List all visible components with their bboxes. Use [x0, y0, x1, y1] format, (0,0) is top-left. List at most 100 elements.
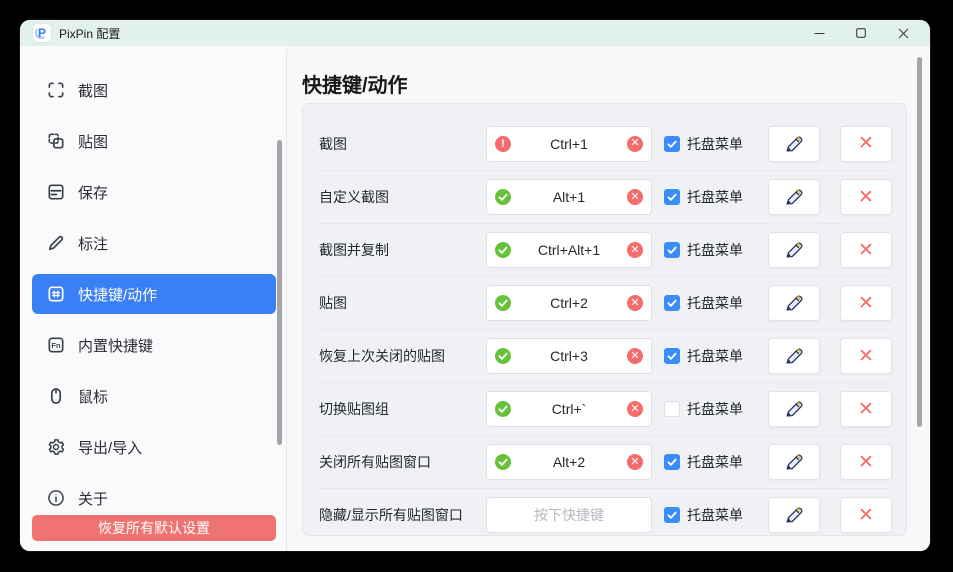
hotkey-input[interactable]: Ctrl+` ✕	[486, 391, 652, 427]
tray-menu-checkbox[interactable]	[664, 242, 680, 258]
sidebar-item-save[interactable]: 保存	[32, 172, 276, 212]
sidebar-scrollbar-thumb[interactable]	[277, 140, 282, 445]
tray-menu-group: 托盘菜单	[664, 346, 752, 366]
minimize-icon	[814, 28, 825, 39]
title-bar[interactable]: P PixPin 配置	[20, 20, 930, 46]
maximize-icon	[856, 28, 866, 38]
pixpin-logo-icon: P	[33, 24, 51, 42]
sidebar-item-hotkeys-actions[interactable]: 快捷键/动作	[32, 274, 276, 314]
tray-menu-group: 托盘菜单	[664, 134, 752, 154]
sidebar-item-pin-image[interactable]: 贴图	[32, 121, 276, 161]
delete-hotkey-button[interactable]: ✕	[840, 338, 892, 374]
mouse-icon	[45, 385, 67, 407]
edit-hotkey-button[interactable]	[768, 497, 820, 533]
fn-icon: Fn	[45, 334, 67, 356]
delete-hotkey-button[interactable]: ✕	[840, 497, 892, 533]
hotkey-input[interactable]: Ctrl+3 ✕	[486, 338, 652, 374]
hotkey-input[interactable]: Alt+2 ✕	[486, 444, 652, 480]
sidebar-item-annotate[interactable]: 标注	[32, 223, 276, 263]
clear-hotkey-icon[interactable]: ✕	[627, 348, 643, 364]
clear-hotkey-icon[interactable]: ✕	[627, 242, 643, 258]
tray-menu-checkbox[interactable]	[664, 189, 680, 205]
main-content: 快捷键/动作 截图 ! Ctrl+1 ✕ 托盘菜单 ✕ 自定义截图 Alt+1 …	[287, 46, 930, 551]
hotkey-row-close-all-pins: 关闭所有贴图窗口 Alt+2 ✕ 托盘菜单 ✕	[319, 435, 892, 488]
tray-menu-checkbox[interactable]	[664, 507, 680, 523]
edit-hotkey-button[interactable]	[768, 232, 820, 268]
clear-hotkey-icon[interactable]: ✕	[627, 136, 643, 152]
sidebar-item-label: 导出/导入	[78, 437, 142, 458]
pencil-icon	[784, 187, 804, 207]
tray-menu-group: 托盘菜单	[664, 187, 752, 207]
check-icon	[666, 456, 678, 468]
edit-hotkey-button[interactable]	[768, 444, 820, 480]
clear-hotkey-icon[interactable]: ✕	[627, 295, 643, 311]
tray-menu-checkbox[interactable]	[664, 136, 680, 152]
restore-defaults-button[interactable]: 恢复所有默认设置	[32, 515, 276, 541]
hotkey-placeholder: 按下快捷键	[487, 498, 651, 532]
sidebar: 截图 贴图 保存 标注 快捷键/动作 Fn 内置快捷键 鼠标 导出/导入 关于 …	[20, 46, 286, 551]
pencil-icon	[784, 134, 804, 154]
hotkey-input[interactable]: Alt+1 ✕	[486, 179, 652, 215]
hotkey-row-label: 自定义截图	[319, 187, 486, 207]
annotate-icon	[45, 232, 67, 254]
delete-hotkey-button[interactable]: ✕	[840, 126, 892, 162]
check-icon	[666, 138, 678, 150]
delete-hotkey-button[interactable]: ✕	[840, 285, 892, 321]
tray-menu-group: 托盘菜单	[664, 452, 752, 472]
hotkey-row-screenshot: 截图 ! Ctrl+1 ✕ 托盘菜单 ✕	[319, 117, 892, 170]
hotkey-input[interactable]: Ctrl+2 ✕	[486, 285, 652, 321]
sidebar-item-label: 内置快捷键	[78, 335, 153, 356]
maximize-button[interactable]	[840, 20, 882, 46]
hotkey-input[interactable]: ! Ctrl+1 ✕	[486, 126, 652, 162]
sidebar-item-label: 关于	[78, 488, 108, 509]
sidebar-item-mouse[interactable]: 鼠标	[32, 376, 276, 416]
edit-hotkey-button[interactable]	[768, 285, 820, 321]
tray-menu-label: 托盘菜单	[687, 240, 743, 260]
hotkey-input[interactable]: 按下快捷键 ✕	[486, 497, 652, 533]
hotkey-icon	[45, 283, 67, 305]
clear-hotkey-icon[interactable]: ✕	[627, 189, 643, 205]
check-icon	[666, 191, 678, 203]
clear-hotkey-icon[interactable]: ✕	[627, 401, 643, 417]
edit-hotkey-button[interactable]	[768, 338, 820, 374]
hotkey-row-label: 关闭所有贴图窗口	[319, 452, 486, 472]
hotkey-input[interactable]: Ctrl+Alt+1 ✕	[486, 232, 652, 268]
tray-menu-group: 托盘菜单	[664, 505, 752, 525]
clear-hotkey-icon[interactable]: ✕	[627, 454, 643, 470]
hotkey-panel: 截图 ! Ctrl+1 ✕ 托盘菜单 ✕ 自定义截图 Alt+1 ✕ 托盘菜单 …	[302, 103, 907, 536]
sidebar-item-screenshot[interactable]: 截图	[32, 70, 276, 110]
tray-menu-checkbox[interactable]	[664, 454, 680, 470]
sidebar-item-label: 鼠标	[78, 386, 108, 407]
info-icon	[45, 487, 67, 509]
sidebar-item-about[interactable]: 关于	[32, 478, 276, 518]
tray-menu-checkbox[interactable]	[664, 348, 680, 364]
tray-menu-checkbox[interactable]	[664, 401, 680, 417]
delete-hotkey-button[interactable]: ✕	[840, 179, 892, 215]
edit-hotkey-button[interactable]	[768, 179, 820, 215]
sidebar-item-builtin-hotkeys[interactable]: Fn 内置快捷键	[32, 325, 276, 365]
sidebar-item-label: 保存	[78, 182, 108, 203]
hotkey-row-toggle-all-pins: 隐藏/显示所有贴图窗口 按下快捷键 ✕ 托盘菜单 ✕	[319, 488, 892, 536]
delete-hotkey-button[interactable]: ✕	[840, 232, 892, 268]
pencil-icon	[784, 505, 804, 525]
minimize-button[interactable]	[798, 20, 840, 46]
delete-hotkey-button[interactable]: ✕	[840, 444, 892, 480]
edit-hotkey-button[interactable]	[768, 391, 820, 427]
close-button[interactable]	[882, 20, 924, 46]
check-icon	[666, 297, 678, 309]
hotkey-row-label: 隐藏/显示所有贴图窗口	[319, 505, 486, 525]
tray-menu-label: 托盘菜单	[687, 346, 743, 366]
sidebar-item-export-import[interactable]: 导出/导入	[32, 427, 276, 467]
hotkey-row-custom-screenshot: 自定义截图 Alt+1 ✕ 托盘菜单 ✕	[319, 170, 892, 223]
check-icon	[666, 244, 678, 256]
tray-menu-label: 托盘菜单	[687, 293, 743, 313]
sidebar-item-label: 截图	[78, 80, 108, 101]
tray-menu-checkbox[interactable]	[664, 295, 680, 311]
hotkey-row-screenshot-copy: 截图并复制 Ctrl+Alt+1 ✕ 托盘菜单 ✕	[319, 223, 892, 276]
hotkey-row-pin-image: 贴图 Ctrl+2 ✕ 托盘菜单 ✕	[319, 276, 892, 329]
delete-hotkey-button[interactable]: ✕	[840, 391, 892, 427]
check-icon	[666, 350, 678, 362]
gear-icon	[45, 436, 67, 458]
edit-hotkey-button[interactable]	[768, 126, 820, 162]
main-scrollbar-thumb[interactable]	[917, 57, 922, 427]
